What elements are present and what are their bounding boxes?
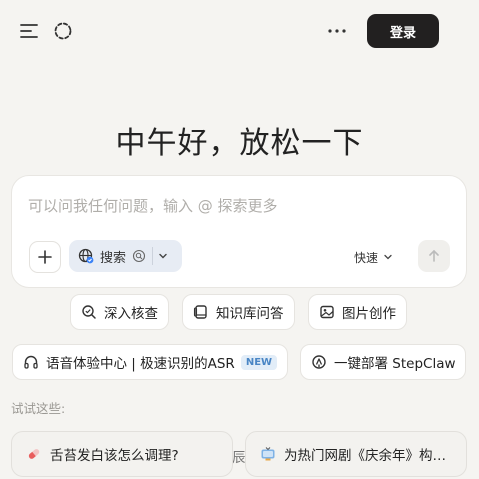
suggestion-card[interactable]: 为热门网剧《庆余年》构… xyxy=(245,431,467,477)
suggestion-text: 为热门网剧《庆余年》构… xyxy=(284,448,446,464)
arrow-up-icon xyxy=(429,249,439,262)
dashed-circle-icon[interactable] xyxy=(52,20,74,42)
add-attachment-button[interactable] xyxy=(29,241,61,273)
chevron-down-icon xyxy=(384,254,392,260)
tv-icon xyxy=(260,446,276,462)
speed-select-label: 快速 xyxy=(354,250,379,265)
search-check-icon xyxy=(81,304,97,320)
composer-input[interactable] xyxy=(28,194,448,218)
knowledge-base-icon xyxy=(193,304,209,320)
chip-label: 语音体验中心 | 极速识别的ASR xyxy=(46,356,235,372)
greeting-title: 中午好，放松一下 xyxy=(115,126,364,161)
speed-select[interactable]: 快速 xyxy=(354,246,393,268)
suggestion-text: 舌苔发白该怎么调理? xyxy=(50,448,179,464)
chevron-down-icon[interactable] xyxy=(157,250,169,262)
chip-label: 图片创作 xyxy=(342,306,396,322)
suggestion-card[interactable]: 舌苔发白该怎么调理? xyxy=(11,431,233,477)
chip-knowledge-base[interactable]: 知识库问答 xyxy=(182,294,295,330)
headphones-icon xyxy=(23,354,39,370)
send-button[interactable] xyxy=(418,240,450,272)
pill-icon xyxy=(26,446,42,462)
composer-card: 搜索 快速 xyxy=(11,175,467,288)
new-badge: NEW xyxy=(240,354,278,370)
search-toggle[interactable]: 搜索 xyxy=(69,240,182,272)
chip-label: 深入核查 xyxy=(104,306,158,322)
suggestion-peek-text: 辰 xyxy=(232,450,246,466)
chip-label: 知识库问答 xyxy=(216,306,284,322)
suggestions-label: 试试这些: xyxy=(11,401,66,416)
chip-label: 一键部署 StepClaw xyxy=(334,356,456,372)
deploy-icon xyxy=(311,354,327,370)
plus-icon xyxy=(38,250,52,264)
menu-icon[interactable] xyxy=(18,20,40,42)
more-horizontal-icon[interactable] xyxy=(326,20,348,42)
chip-image-create[interactable]: 图片创作 xyxy=(308,294,407,330)
chip-deploy-stepclaw[interactable]: 一键部署 StepClaw xyxy=(300,344,466,380)
pill-divider xyxy=(152,247,154,265)
login-button[interactable]: 登录 xyxy=(367,14,439,48)
chip-voice-center[interactable]: 语音体验中心 | 极速识别的ASR NEW xyxy=(12,344,288,380)
search-source-icon xyxy=(132,249,146,263)
page: 登录 中午好，放松一下 搜索 xyxy=(0,0,479,479)
image-icon xyxy=(319,304,335,320)
search-toggle-label: 搜索 xyxy=(100,250,127,266)
globe-check-icon xyxy=(78,248,94,264)
chip-deep-verify[interactable]: 深入核查 xyxy=(70,294,169,330)
